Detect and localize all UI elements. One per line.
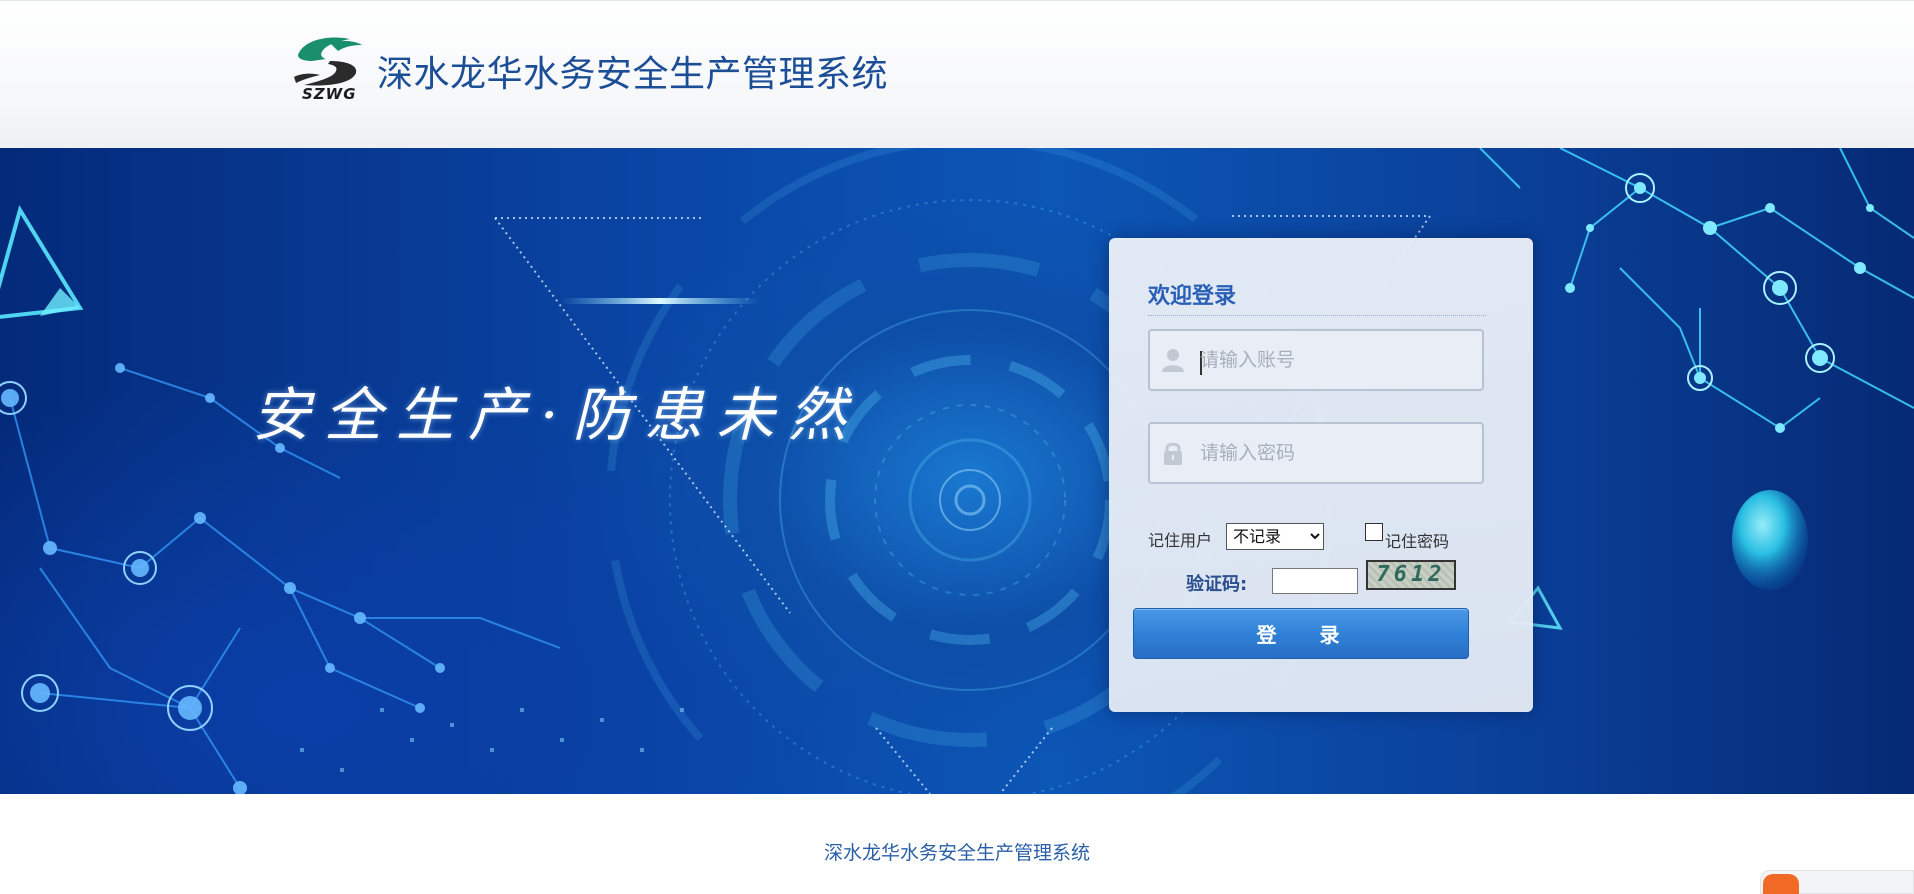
username-input[interactable] — [1198, 341, 1474, 379]
remember-row: 记住用户 不记录 记住密码 — [1148, 521, 1508, 551]
remember-user-label: 记住用户 — [1148, 531, 1213, 550]
captcha-input[interactable] — [1272, 568, 1358, 594]
remember-password-label: 记住密码 — [1385, 532, 1450, 551]
login-panel: 欢迎登录 记住用户 不记录 记住密码 验证码: 7612 登 录 — [1109, 238, 1533, 712]
footer: 深水龙华水务安全生产管理系统 — [0, 794, 1914, 894]
captcha-row: 验证码: 7612 — [1148, 554, 1508, 595]
logo-mark-icon — [294, 37, 362, 86]
widget-badge-icon[interactable] — [1763, 874, 1799, 894]
hero-banner: 安全生产·防患未然 — [0, 148, 1914, 794]
tech-background-graphic — [0, 148, 1914, 794]
company-logo: SZWG — [290, 33, 366, 107]
username-field[interactable] — [1148, 329, 1484, 391]
floating-corner-widget[interactable] — [1760, 870, 1914, 894]
user-icon — [1162, 349, 1184, 372]
remember-password-checkbox[interactable] — [1365, 523, 1383, 541]
footer-text: 深水龙华水务安全生产管理系统 — [823, 842, 1090, 864]
logo-text: SZWG — [302, 85, 357, 103]
password-field[interactable] — [1148, 422, 1484, 484]
login-welcome-heading: 欢迎登录 — [1148, 278, 1486, 316]
password-input[interactable] — [1198, 434, 1474, 472]
app-title: 深水龙华水务安全生产管理系统 — [377, 54, 889, 95]
remember-user-select[interactable]: 不记录 — [1226, 523, 1324, 550]
banner-slogan: 安全生产·防患未然 — [252, 381, 861, 449]
captcha-image[interactable]: 7612 — [1366, 560, 1456, 590]
login-button[interactable]: 登 录 — [1133, 608, 1469, 659]
lock-icon — [1164, 442, 1182, 465]
header: SZWG 深水龙华水务安全生产管理系统 — [0, 0, 1914, 148]
captcha-label: 验证码: — [1186, 574, 1248, 595]
